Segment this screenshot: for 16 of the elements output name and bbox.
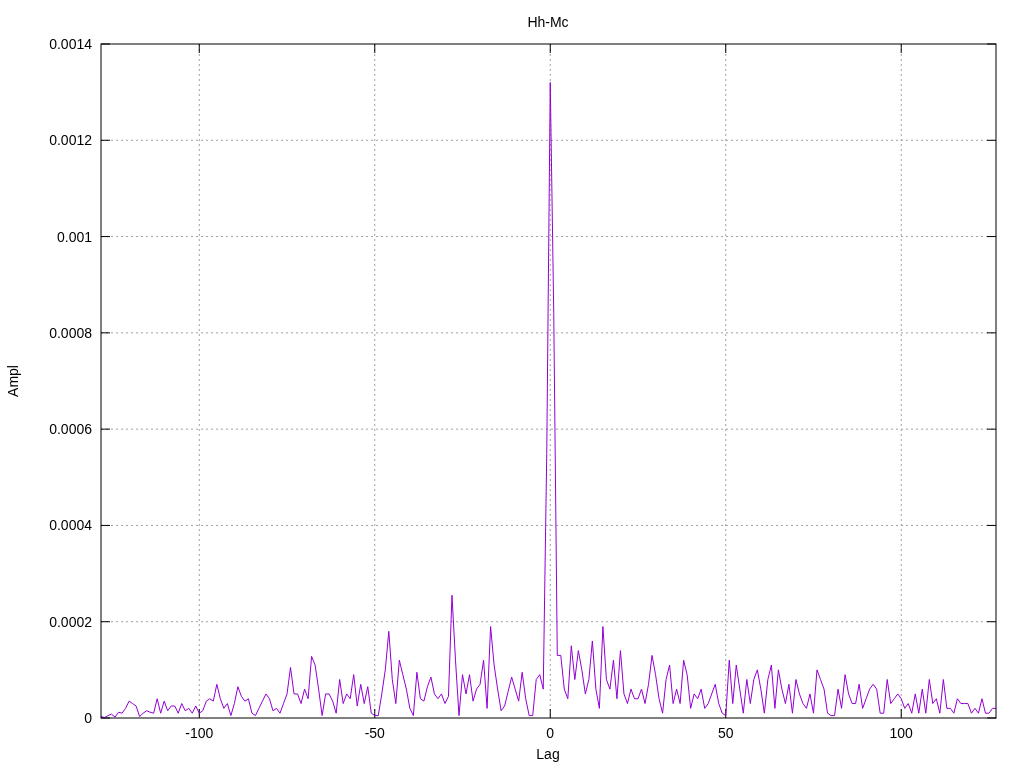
tick-label: 0.0006 (49, 421, 92, 438)
tick-label: 100 (889, 725, 913, 741)
tick-label: -50 (364, 725, 385, 741)
tick-label: 0.0008 (49, 324, 92, 341)
axis-label: Lag (536, 746, 560, 762)
tick-label: 0.001 (56, 228, 92, 245)
tick-label: 0.0012 (49, 132, 92, 149)
tick-label: 0.0004 (49, 517, 92, 534)
tick-label: 0 (84, 710, 92, 726)
chart-title: Hh-Mc (527, 14, 569, 30)
axis-label: Ampl (5, 365, 21, 397)
tick-label: 0.0002 (49, 613, 92, 630)
tick-label: 0 (546, 725, 555, 741)
tick-label: 0.0014 (49, 36, 92, 52)
tick-label: 50 (717, 725, 734, 741)
tick-label: -100 (185, 725, 214, 741)
